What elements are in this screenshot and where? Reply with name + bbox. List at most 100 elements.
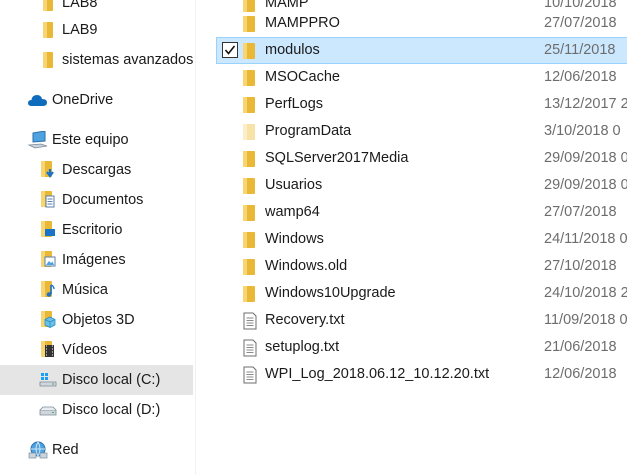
file-date: 24/11/2018 0 (544, 231, 627, 247)
file-date: 11/09/2018 0 (544, 312, 627, 328)
file-name: SQLServer2017Media (265, 150, 409, 166)
file-row[interactable]: Usuarios 29/09/2018 0 (216, 172, 627, 199)
pictures-icon (38, 250, 58, 270)
file-name: MAMPPRO (265, 15, 340, 31)
folder-icon (241, 231, 259, 249)
file-name: MSOCache (265, 69, 340, 85)
file-name: WPI_Log_2018.06.12_10.12.20.txt (265, 366, 490, 382)
file-row[interactable]: Windows10Upgrade 24/10/2018 2 (216, 280, 627, 307)
file-name: Windows.old (265, 258, 348, 274)
drive-c-icon (38, 370, 58, 390)
nav-item-label: Música (62, 282, 108, 298)
file-row[interactable]: SQLServer2017Media 29/09/2018 0 (216, 145, 627, 172)
folder-icon (241, 258, 259, 276)
navigation-pane: LAB8 LAB9 sistemas avanzados OneDrive Es… (0, 0, 196, 475)
nav-item-onedrive[interactable]: OneDrive (28, 85, 113, 115)
nav-item-disco-d[interactable]: Disco local (D:) (38, 395, 160, 425)
file-date: 24/10/2018 2 (544, 285, 627, 301)
network-icon (28, 440, 48, 460)
text-file-icon (241, 312, 259, 330)
nav-item-disco-c[interactable]: Disco local (C:) (0, 365, 193, 395)
nav-item-label: Imágenes (62, 252, 126, 268)
nav-item-label: Este equipo (52, 132, 129, 148)
nav-item-label: Objetos 3D (62, 312, 135, 328)
nav-item-objetos-3d[interactable]: Objetos 3D (38, 305, 135, 335)
file-date: 29/09/2018 0 (544, 150, 627, 166)
file-name: Recovery.txt (265, 312, 345, 328)
folder-icon (241, 177, 259, 195)
file-name: Usuarios (265, 177, 323, 193)
nav-item-label: Disco local (D:) (62, 402, 161, 418)
file-date: 27/10/2018 (544, 258, 617, 274)
text-file-icon (241, 339, 259, 357)
nav-item-sistemas-avanzados[interactable]: sistemas avanzados (38, 45, 193, 75)
desktop-icon (38, 220, 58, 240)
nav-item-label: Escritorio (62, 222, 123, 238)
drive-icon (38, 400, 58, 420)
file-row[interactable]: MAMPPRO 27/07/2018 (216, 10, 627, 37)
file-row[interactable]: Recovery.txt 11/09/2018 0 (216, 307, 627, 334)
nav-item-label: Descargas (62, 162, 132, 178)
file-row[interactable]: setuplog.txt 21/06/2018 (216, 334, 627, 361)
folder-icon (241, 69, 259, 87)
file-row[interactable]: Windows.old 27/10/2018 (216, 253, 627, 280)
nav-item-label: LAB9 (62, 22, 98, 38)
videos-icon (38, 340, 58, 360)
nav-item-label: sistemas avanzados (62, 52, 194, 68)
file-date: 25/11/2018 (544, 42, 616, 58)
file-row[interactable]: PerfLogs 13/12/2017 2 (216, 91, 627, 118)
folder-icon (241, 42, 259, 60)
music-icon (38, 280, 58, 300)
cloud-icon (28, 90, 48, 110)
file-row[interactable]: MSOCache 12/06/2018 (216, 64, 627, 91)
nav-item-descargas[interactable]: Descargas (38, 155, 131, 185)
folder-icon (38, 0, 58, 13)
nav-item-escritorio[interactable]: Escritorio (38, 215, 122, 245)
file-date: 12/06/2018 (544, 69, 617, 85)
nav-item-musica[interactable]: Música (38, 275, 108, 305)
file-row[interactable]: wamp64 27/07/2018 (216, 199, 627, 226)
nav-item-lab9[interactable]: LAB9 (38, 15, 97, 45)
selection-checkbox[interactable] (222, 42, 238, 58)
nav-item-label: OneDrive (52, 92, 114, 108)
text-file-icon (241, 366, 259, 384)
file-date: 27/07/2018 (544, 204, 617, 220)
file-name: Windows (265, 231, 324, 247)
folder-icon (241, 285, 259, 303)
file-list: MAMP 10/10/2018 MAMPPRO 27/07/2018 modul… (196, 0, 627, 475)
nav-item-imagenes[interactable]: Imágenes (38, 245, 126, 275)
documents-icon (38, 190, 58, 210)
nav-item-label: Red (52, 442, 79, 458)
file-date: 21/06/2018 (544, 339, 617, 355)
file-name: wamp64 (265, 204, 320, 220)
file-row[interactable]: Windows 24/11/2018 0 (216, 226, 627, 253)
folder-icon (241, 150, 259, 168)
objects-3d-icon (38, 310, 58, 330)
file-date: 3/10/2018 0 (544, 123, 621, 139)
file-name: ProgramData (265, 123, 352, 139)
nav-item-documentos[interactable]: Documentos (38, 185, 143, 215)
file-name: PerfLogs (265, 96, 324, 112)
folder-icon (241, 15, 259, 33)
file-name: setuplog.txt (265, 339, 340, 355)
file-row[interactable]: WPI_Log_2018.06.12_10.12.20.txt 12/06/20… (216, 361, 627, 388)
file-row[interactable]: ProgramData 3/10/2018 0 (216, 118, 627, 145)
file-row-selected[interactable]: modulos 25/11/2018 (216, 37, 627, 64)
nav-item-red[interactable]: Red (28, 435, 79, 465)
folder-icon (241, 96, 259, 114)
file-date: 27/07/2018 (544, 15, 617, 31)
nav-item-label: LAB8 (62, 0, 98, 11)
file-date: 29/09/2018 0 (544, 177, 627, 193)
hidden-folder-icon (241, 123, 259, 141)
nav-item-label: Disco local (C:) (62, 372, 161, 388)
file-name: Windows10Upgrade (265, 285, 396, 301)
nav-item-label: Documentos (62, 192, 144, 208)
file-date: 13/12/2017 2 (544, 96, 627, 112)
file-name: modulos (265, 42, 320, 58)
folder-icon (241, 204, 259, 222)
nav-item-este-equipo[interactable]: Este equipo (28, 125, 129, 155)
folder-icon (38, 50, 58, 70)
folder-icon (38, 20, 58, 40)
nav-item-videos[interactable]: Vídeos (38, 335, 107, 365)
file-date: 12/06/2018 (544, 366, 617, 382)
